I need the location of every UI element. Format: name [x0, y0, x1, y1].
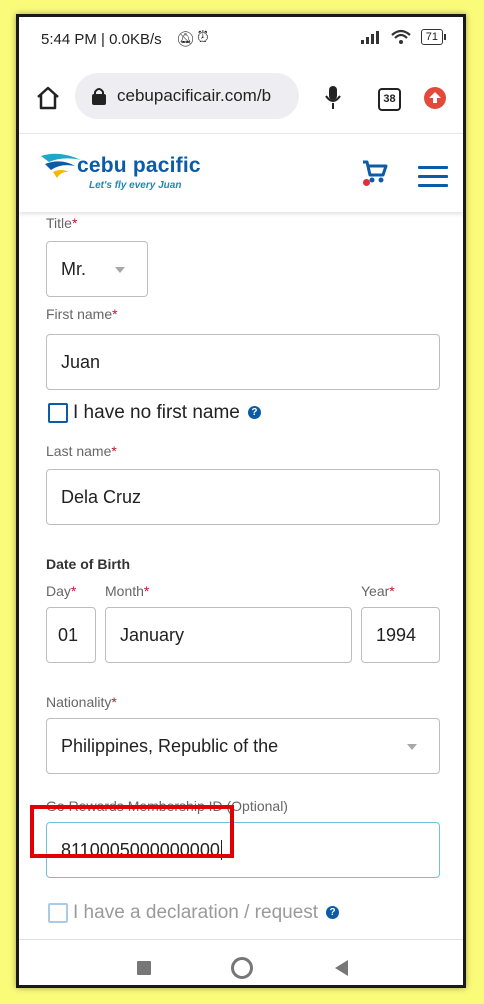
last-name-field[interactable]: Dela Cruz — [46, 469, 440, 525]
status-bar: 5:44 PM | 0.0KB/s 🔕︎ ⏰︎ 71 — [19, 17, 463, 61]
title-label: Title* — [46, 215, 78, 231]
home-button[interactable] — [231, 957, 253, 979]
recents-button[interactable] — [137, 961, 151, 975]
day-label: Day* — [46, 583, 77, 599]
month-select[interactable]: January — [105, 607, 352, 663]
last-name-label: Last name* — [46, 443, 117, 459]
first-name-label: First name* — [46, 306, 118, 322]
chevron-down-icon — [407, 744, 417, 750]
year-label: Year* — [361, 583, 395, 599]
site-header: cebu pacific Let's fly every Juan — [19, 133, 463, 212]
help-icon[interactable]: ? — [326, 906, 340, 920]
day-value: 01 — [58, 624, 79, 645]
logo-tagline: Let's fly every Juan — [89, 180, 182, 191]
status-icons: 71 — [360, 29, 447, 45]
rewards-id-field[interactable]: 8110005000000000 — [46, 822, 440, 878]
nationality-value: Philippines, Republic of the — [61, 735, 279, 756]
no-first-name-label[interactable]: I have no first name? — [73, 402, 261, 424]
rewards-id-value: 8110005000000000 — [61, 839, 220, 860]
month-label: Month* — [105, 583, 150, 599]
last-name-value: Dela Cruz — [61, 486, 142, 507]
phone-frame: 5:44 PM | 0.0KB/s 🔕︎ ⏰︎ 71 cebupacificai… — [16, 14, 466, 988]
title-select[interactable]: Mr. — [46, 241, 148, 297]
tab-count-button[interactable]: 38 — [378, 88, 401, 111]
status-time: 5:44 PM | 0.0KB/s — [41, 31, 162, 48]
logo-text[interactable]: cebu pacific — [77, 154, 201, 178]
home-icon[interactable] — [35, 85, 61, 111]
url-bar[interactable]: cebupacificair.com/b — [75, 73, 299, 119]
declaration-checkbox[interactable] — [48, 903, 68, 923]
first-name-field[interactable]: Juan — [46, 334, 440, 390]
declaration-label[interactable]: I have a declaration / request? — [73, 902, 340, 924]
chevron-down-icon — [115, 267, 125, 273]
no-first-name-checkbox[interactable] — [48, 403, 68, 423]
month-value: January — [120, 624, 185, 645]
year-value: 1994 — [376, 624, 417, 645]
nationality-label: Nationality* — [46, 694, 117, 710]
year-field[interactable]: 1994 — [361, 607, 440, 663]
first-name-value: Juan — [61, 351, 101, 372]
browser-toolbar: cebupacificair.com/b 38 — [19, 61, 463, 133]
rewards-label: Go Rewards Membership ID (Optional) — [46, 798, 288, 814]
cart-badge — [363, 179, 370, 186]
system-nav-bar — [19, 939, 463, 985]
help-icon[interactable]: ? — [247, 406, 261, 420]
battery-icon: 71 — [420, 29, 447, 45]
alarm-icon: ⏰︎ — [197, 29, 209, 46]
back-button[interactable] — [335, 960, 348, 976]
day-field[interactable]: 01 — [46, 607, 96, 663]
url-text: cebupacificair.com/b — [117, 86, 272, 105]
signal-icon — [360, 31, 379, 44]
microphone-icon[interactable] — [324, 85, 342, 111]
title-value: Mr. — [61, 258, 86, 279]
dob-heading: Date of Birth — [46, 556, 130, 572]
upgrade-icon[interactable] — [424, 87, 446, 109]
mute-icon: 🔕︎ — [176, 31, 196, 48]
wifi-icon — [391, 29, 411, 44]
hamburger-menu-icon[interactable] — [418, 166, 448, 193]
nationality-select[interactable]: Philippines, Republic of the — [46, 718, 440, 774]
lock-icon — [92, 88, 106, 105]
text-cursor — [220, 840, 223, 860]
